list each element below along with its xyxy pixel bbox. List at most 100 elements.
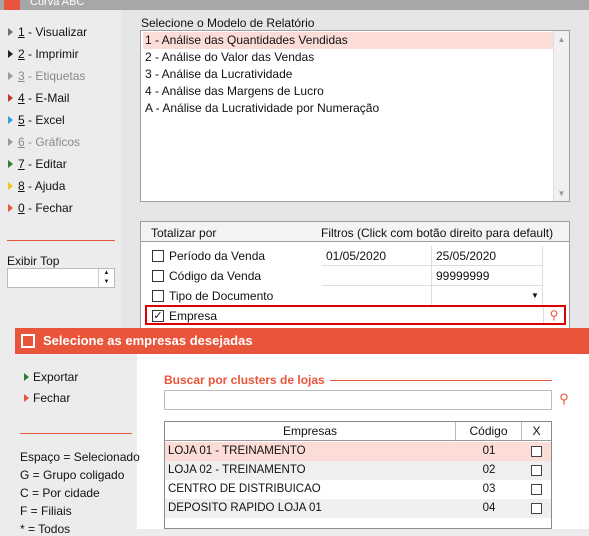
exibir-top-input[interactable]: ▲ ▼ xyxy=(7,268,115,288)
dialog-logo-icon xyxy=(21,334,35,348)
col-header-x[interactable]: X xyxy=(522,422,551,441)
sidebar-item-7[interactable]: 7 - Editar xyxy=(8,154,67,174)
company-select-checkbox[interactable] xyxy=(531,484,542,495)
close-action[interactable]: Fechar xyxy=(24,391,70,405)
filter-from-input[interactable]: 01/05/2020 xyxy=(322,246,432,266)
totalize-checkbox[interactable] xyxy=(152,290,164,302)
scroll-down-icon[interactable]: ▼ xyxy=(554,185,569,201)
totals-header-left: Totalizar por xyxy=(151,226,217,240)
sidebar-item-5[interactable]: 5 - Excel xyxy=(8,110,65,130)
model-option[interactable]: 1 - Análise das Quantidades Vendidas xyxy=(143,32,553,49)
sidebar-item-1[interactable]: 1 - Visualizar xyxy=(8,22,87,42)
totalize-checkbox[interactable] xyxy=(152,250,164,262)
sidebar-item-3[interactable]: 3 - Etiquetas xyxy=(8,66,85,86)
legend-line: F = Filiais xyxy=(20,504,72,518)
menu-shortcut-key: 2 xyxy=(18,47,25,61)
menu-arrow-icon xyxy=(8,116,13,124)
company-code: 01 xyxy=(482,445,496,457)
sidebar-divider xyxy=(7,240,115,241)
export-action[interactable]: Exportar xyxy=(24,370,78,384)
menu-arrow-icon xyxy=(8,182,13,190)
filter-from-input[interactable] xyxy=(322,266,432,286)
sidebar-item-0[interactable]: 0 - Fechar xyxy=(8,198,73,218)
totalize-label: Período da Venda xyxy=(169,249,266,263)
filter-to-input[interactable]: 25/05/2020 xyxy=(432,246,543,266)
menu-shortcut-key: 6 xyxy=(18,135,25,149)
menu-label: - Editar xyxy=(24,157,67,171)
dialog-left-divider xyxy=(20,433,132,434)
sidebar-item-8[interactable]: 8 - Ajuda xyxy=(8,176,65,196)
company-name: LOJA 02 - TREINAMENTO xyxy=(168,464,306,476)
scroll-up-icon[interactable]: ▲ xyxy=(554,31,569,47)
menu-shortcut-key: 8 xyxy=(18,179,25,193)
menu-label: - Fechar xyxy=(24,201,73,215)
totalize-label: Tipo de Documento xyxy=(169,289,274,303)
company-select-checkbox[interactable] xyxy=(531,503,542,514)
menu-shortcut-key: 3 xyxy=(18,69,25,83)
dialog-title: Selecione as empresas desejadas xyxy=(43,333,253,348)
sidebar-item-2[interactable]: 2 - Imprimir xyxy=(8,44,79,64)
filter-from-input[interactable] xyxy=(322,286,432,306)
tipo-documento-dropdown-icon[interactable]: ▼ xyxy=(527,288,543,304)
company-name: LOJA 01 - TREINAMENTO xyxy=(168,445,306,457)
menu-arrow-icon xyxy=(8,72,13,80)
menu-shortcut-key: 4 xyxy=(18,91,25,105)
window-titlebar: Curva ABC xyxy=(0,0,589,10)
filter-to-input[interactable]: 99999999 xyxy=(432,266,543,286)
close-label: Fechar xyxy=(33,391,71,405)
col-header-codigo[interactable]: Código xyxy=(456,422,522,441)
table-row[interactable]: CENTRO DE DISTRIBUICAO 03 xyxy=(165,480,551,499)
totals-header-right: Filtros (Click com botão direito para de… xyxy=(321,226,554,240)
menu-arrow-icon xyxy=(8,50,13,58)
totals-header: Totalizar por Filtros (Click com botão d… xyxy=(141,222,569,242)
sidebar-item-6[interactable]: 6 - Gráficos xyxy=(8,132,80,152)
legend-line: * = Todos xyxy=(20,522,71,536)
menu-label: - Ajuda xyxy=(24,179,66,193)
model-option[interactable]: 4 - Análise das Margens de Lucro xyxy=(143,83,553,100)
models-listbox[interactable]: 1 - Análise das Quantidades Vendidas 2 - … xyxy=(140,30,570,202)
menu-shortcut-key: 5 xyxy=(18,113,25,127)
cluster-search-divider xyxy=(330,380,552,381)
company-select-checkbox[interactable] xyxy=(531,465,542,476)
menu-arrow-icon xyxy=(8,160,13,168)
legend-line: C = Por cidade xyxy=(20,486,100,500)
company-code: 03 xyxy=(482,483,496,495)
menu-shortcut-key: 7 xyxy=(18,157,25,171)
col-header-empresas[interactable]: Empresas xyxy=(165,422,456,441)
totalize-checkbox[interactable] xyxy=(152,270,164,282)
spinner-arrows-icon[interactable]: ▲ ▼ xyxy=(98,269,114,287)
menu-arrow-icon xyxy=(8,94,13,102)
company-name: DEPOSITO RAPIDO LOJA 01 xyxy=(168,502,322,514)
empresa-focus-border xyxy=(145,305,566,325)
table-row[interactable]: DEPOSITO RAPIDO LOJA 01 04 xyxy=(165,499,551,518)
menu-label: - Excel xyxy=(24,113,65,127)
menu-label: - E-Mail xyxy=(24,91,70,105)
window-title: Curva ABC xyxy=(30,0,85,8)
legend-line: Espaço = Selecionado xyxy=(20,450,140,464)
menu-label: - Visualizar xyxy=(24,25,88,39)
cluster-search-icon[interactable]: ⚲ xyxy=(556,391,572,407)
dialog-titlebar: Selecione as empresas desejadas xyxy=(15,328,589,354)
models-label: Selecione o Modelo de Relatório xyxy=(141,16,315,30)
menu-shortcut-key: 0 xyxy=(18,201,25,215)
menu-shortcut-key: 1 xyxy=(18,25,25,39)
export-icon xyxy=(24,373,29,381)
cluster-search-label: Buscar por clusters de lojas xyxy=(164,373,325,387)
company-code: 04 xyxy=(482,502,496,514)
table-row[interactable]: LOJA 01 - TREINAMENTO 01 xyxy=(165,442,551,461)
model-option[interactable]: 3 - Análise da Lucratividade xyxy=(143,66,553,83)
models-scrollbar[interactable]: ▲ ▼ xyxy=(553,31,569,201)
sidebar-item-4[interactable]: 4 - E-Mail xyxy=(8,88,69,108)
menu-arrow-icon xyxy=(8,138,13,146)
company-code: 02 xyxy=(482,464,496,476)
model-option[interactable]: 2 - Análise do Valor das Vendas xyxy=(143,49,553,66)
empresa-search-icon[interactable]: ⚲ xyxy=(545,307,563,323)
company-select-checkbox[interactable] xyxy=(531,446,542,457)
legend-line: G = Grupo coligado xyxy=(20,468,125,482)
cluster-search-input[interactable] xyxy=(164,390,552,410)
model-option[interactable]: A - Análise da Lucratividade por Numeraç… xyxy=(143,100,553,117)
menu-label: - Etiquetas xyxy=(24,69,86,83)
table-row[interactable]: LOJA 02 - TREINAMENTO 02 xyxy=(165,461,551,480)
menu-label: - Gráficos xyxy=(24,135,81,149)
companies-table: Empresas Código X LOJA 01 - TREINAMENTO 0… xyxy=(164,421,552,529)
